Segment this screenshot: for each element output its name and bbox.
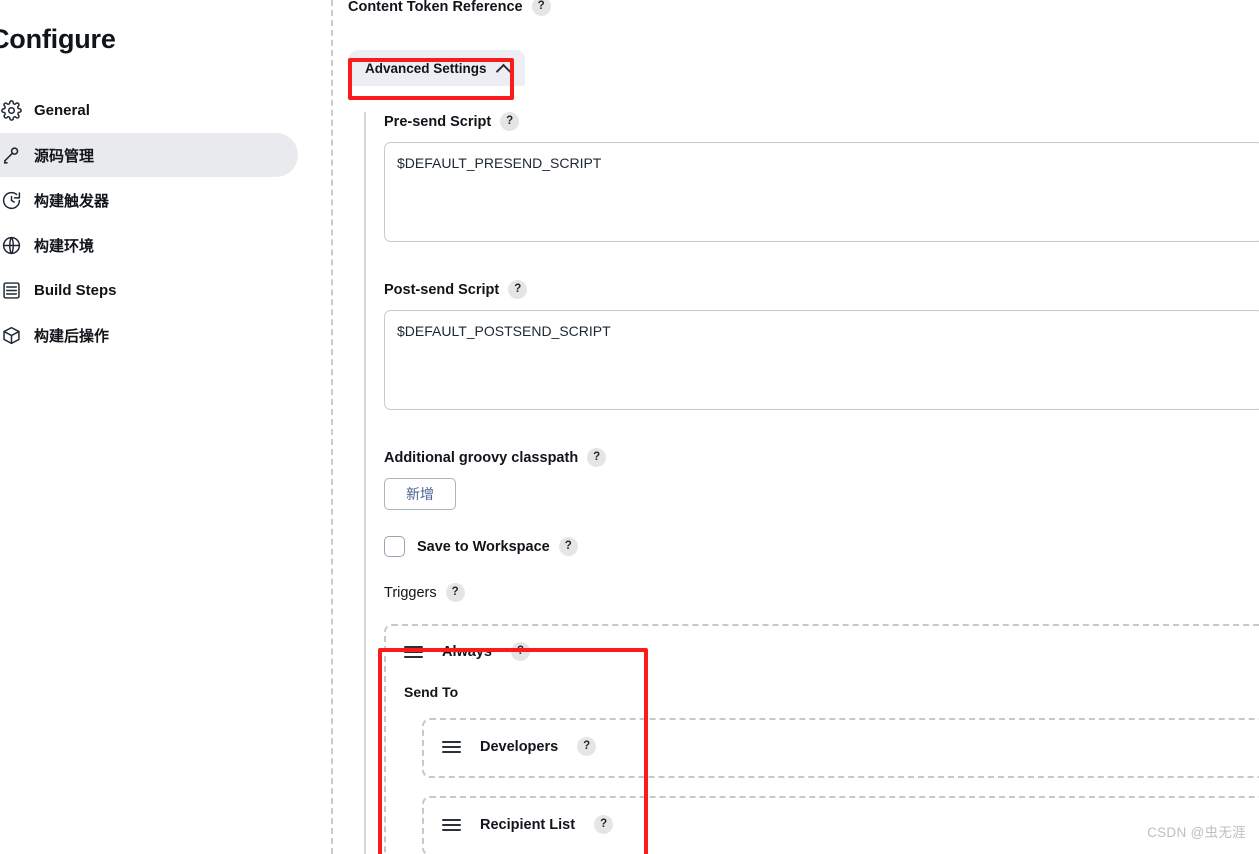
- post-send-script-label: Post-send Script: [384, 281, 500, 298]
- advanced-settings-toggle-wrap: Advanced Settings: [349, 50, 525, 86]
- chevron-up-icon: [495, 63, 511, 79]
- help-icon[interactable]: ?: [510, 642, 530, 661]
- content-token-reference-label: Content Token Reference: [348, 0, 523, 15]
- content-token-reference-heading: Content Token Reference ?: [348, 0, 551, 16]
- globe-environment-icon: [0, 235, 34, 256]
- recipient-header: Developers ?: [442, 737, 1259, 756]
- drag-handle-icon[interactable]: [442, 818, 461, 831]
- help-icon[interactable]: ?: [594, 815, 614, 834]
- list-steps-icon: [0, 280, 34, 301]
- advanced-settings-label: Advanced Settings: [365, 60, 487, 76]
- drag-handle-icon[interactable]: [442, 740, 461, 753]
- sidebar-item-label: 源码管理: [34, 147, 95, 165]
- save-to-workspace-row: Save to Workspace ?: [384, 536, 1259, 557]
- advanced-settings-button[interactable]: Advanced Settings: [349, 50, 525, 86]
- advanced-settings-body: Pre-send Script ? Post-send Script ? Add…: [364, 112, 1259, 854]
- configure-sidebar: Configure General 源码管理 构建触发器 构建环境 Build …: [0, 0, 330, 854]
- trigger-header: Always ?: [404, 642, 1259, 661]
- pre-send-script-input[interactable]: [384, 142, 1259, 242]
- recipient-name-label: Developers: [480, 738, 559, 755]
- help-icon[interactable]: ?: [531, 0, 551, 16]
- sidebar-item-build-steps[interactable]: Build Steps: [0, 268, 298, 312]
- trigger-name-label: Always: [442, 643, 492, 660]
- additional-groovy-classpath-field: Additional groovy classpath ? 新增: [384, 448, 1259, 510]
- watermark: CSDN @虫无涯: [1147, 825, 1246, 840]
- sidebar-item-source-control[interactable]: 源码管理: [0, 133, 298, 177]
- pre-send-script-label: Pre-send Script: [384, 113, 492, 130]
- pre-send-script-label-row: Pre-send Script ?: [384, 112, 1259, 131]
- additional-groovy-classpath-label-row: Additional groovy classpath ?: [384, 448, 1259, 467]
- configure-content-panel: Content Token Reference ? Advanced Setti…: [331, 0, 1259, 854]
- configure-page: Configure General 源码管理 构建触发器 构建环境 Build …: [0, 0, 1259, 854]
- sidebar-nav: General 源码管理 构建触发器 构建环境 Build Steps 构建后操…: [0, 88, 298, 358]
- help-icon[interactable]: ?: [508, 280, 528, 299]
- save-to-workspace-checkbox[interactable]: [384, 536, 405, 557]
- triggers-label: Triggers: [384, 584, 437, 601]
- help-icon[interactable]: ?: [587, 448, 607, 467]
- help-icon[interactable]: ?: [558, 537, 578, 556]
- post-send-script-input[interactable]: [384, 310, 1259, 410]
- post-send-script-field: Post-send Script ?: [384, 280, 1259, 410]
- sidebar-item-label: 构建触发器: [34, 192, 110, 210]
- sidebar-item-label: Build Steps: [34, 281, 117, 299]
- drag-handle-icon[interactable]: [404, 645, 423, 658]
- save-to-workspace-label: Save to Workspace: [417, 538, 550, 555]
- recipient-header: Recipient List ?: [442, 815, 1259, 834]
- sidebar-item-build-triggers[interactable]: 构建触发器: [0, 178, 298, 222]
- recipient-block-developers: Developers ?: [422, 718, 1259, 778]
- recipient-name-label: Recipient List: [480, 816, 576, 833]
- help-icon[interactable]: ?: [500, 112, 520, 131]
- sidebar-item-label: General: [34, 101, 90, 119]
- additional-groovy-classpath-label: Additional groovy classpath: [384, 449, 579, 466]
- gear-icon: [0, 99, 34, 121]
- recipient-block-recipient-list: Recipient List ?: [422, 796, 1259, 854]
- sidebar-item-label: 构建环境: [34, 237, 95, 255]
- triggers-label-row: Triggers ?: [384, 583, 1259, 602]
- package-box-icon: [0, 325, 34, 346]
- page-title: Configure: [0, 24, 116, 54]
- sidebar-item-post-build-actions[interactable]: 构建后操作: [0, 313, 298, 357]
- send-to-label: Send To: [404, 684, 459, 700]
- sidebar-item-general[interactable]: General: [0, 88, 298, 132]
- sidebar-item-label: 构建后操作: [34, 327, 110, 345]
- save-to-workspace-label-row: Save to Workspace ?: [417, 537, 578, 556]
- help-icon[interactable]: ?: [445, 583, 465, 602]
- help-icon[interactable]: ?: [577, 737, 597, 756]
- sidebar-item-build-environment[interactable]: 构建环境: [0, 223, 298, 267]
- add-classpath-button[interactable]: 新增: [384, 478, 456, 510]
- clock-trigger-icon: [0, 190, 34, 211]
- trigger-block-always: Always ? Send To Developers ? Recipient …: [384, 624, 1259, 854]
- pre-send-script-field: Pre-send Script ?: [384, 112, 1259, 242]
- source-control-icon: [0, 145, 34, 166]
- post-send-script-label-row: Post-send Script ?: [384, 280, 1259, 299]
